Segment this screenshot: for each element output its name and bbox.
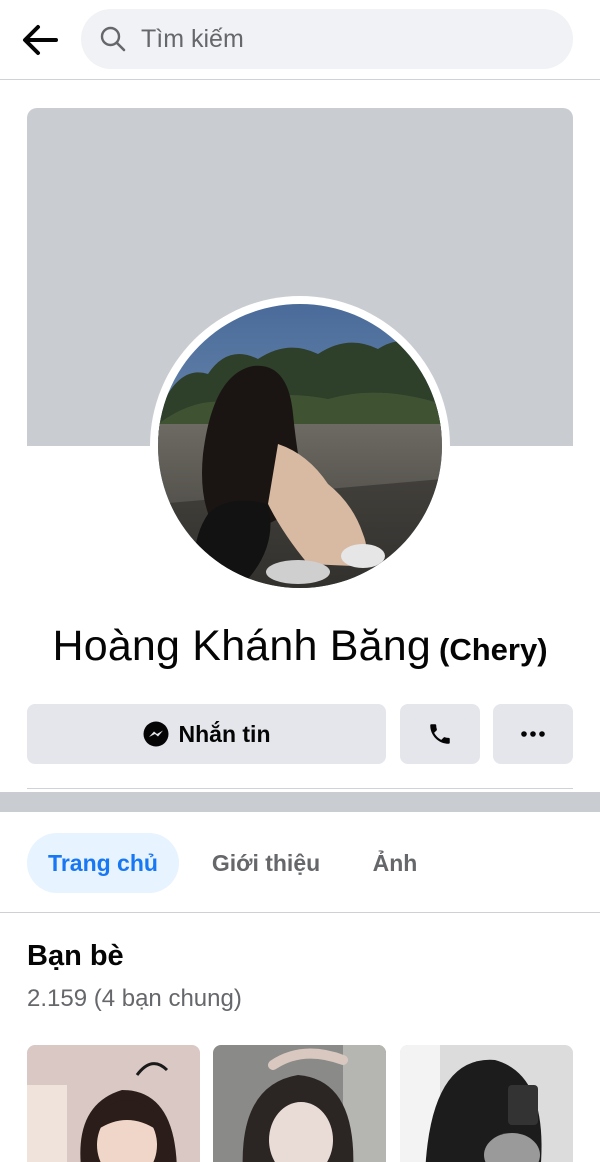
- more-icon: [521, 731, 545, 737]
- profile-alternate-name: (Chery): [439, 632, 548, 667]
- friends-title[interactable]: Bạn bè: [27, 940, 124, 973]
- call-button[interactable]: [400, 704, 480, 764]
- section-separator: [0, 792, 600, 812]
- tab-photos[interactable]: Ảnh: [355, 833, 435, 893]
- friend-photo[interactable]: [27, 1045, 200, 1162]
- friend-photo-image: [400, 1045, 573, 1162]
- top-bar: Tìm kiếm: [0, 0, 600, 80]
- back-arrow-icon: [23, 25, 58, 55]
- divider: [27, 788, 573, 789]
- profile-name-row: Hoàng Khánh Băng (Chery): [0, 622, 600, 671]
- profile-avatar[interactable]: [158, 304, 442, 588]
- friends-count: 2.159 (4 bạn chung): [27, 985, 242, 1012]
- message-button-label: Nhắn tin: [178, 720, 271, 747]
- friend-photo-image: [27, 1045, 200, 1162]
- search-input[interactable]: Tìm kiếm: [81, 9, 573, 69]
- back-button[interactable]: [18, 18, 62, 62]
- friend-photo[interactable]: [213, 1045, 386, 1162]
- tab-about[interactable]: Giới thiệu: [200, 833, 332, 893]
- phone-icon: [430, 724, 450, 744]
- message-button[interactable]: Nhắn tin: [27, 704, 386, 764]
- more-button[interactable]: [493, 704, 573, 764]
- messenger-icon: [143, 721, 168, 747]
- profile-name: Hoàng Khánh Băng: [52, 622, 432, 670]
- friend-photo-image: [213, 1045, 386, 1162]
- tab-home[interactable]: Trang chủ: [27, 833, 179, 893]
- friend-photo[interactable]: [400, 1045, 573, 1162]
- search-placeholder: Tìm kiếm: [141, 25, 244, 53]
- search-icon: [100, 26, 126, 52]
- profile-tabs: Trang chủ Giới thiệu Ảnh: [0, 812, 600, 913]
- avatar-photo: [158, 304, 442, 588]
